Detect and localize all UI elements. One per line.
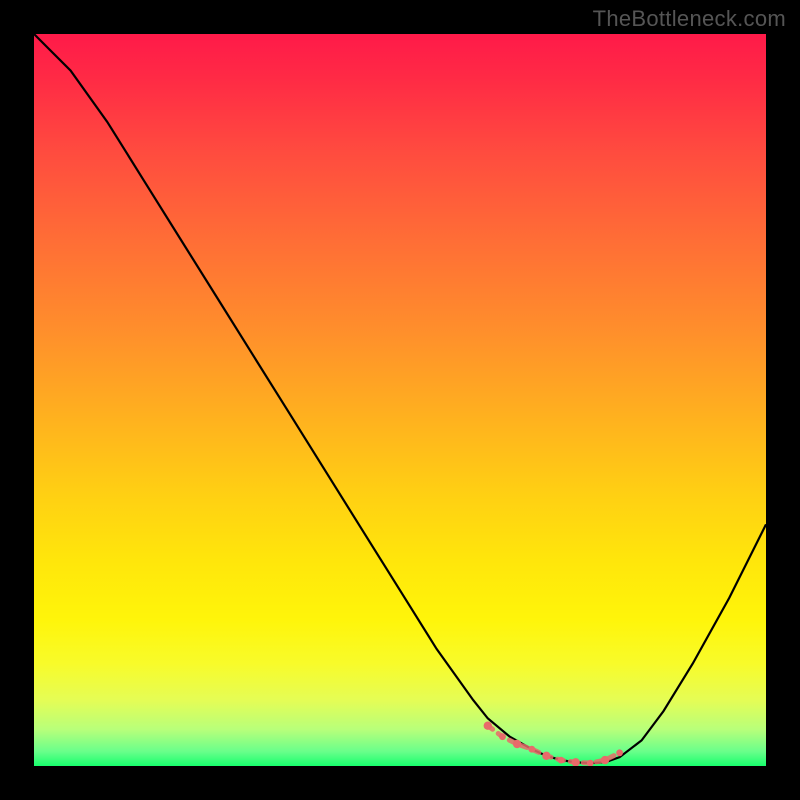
valley-marker <box>528 746 535 753</box>
chart-svg <box>34 34 766 766</box>
chart-container: TheBottleneck.com <box>0 0 800 800</box>
valley-marker <box>513 740 521 748</box>
valley-marker <box>616 749 623 756</box>
valley-marker <box>542 752 550 760</box>
valley-marker <box>499 733 506 740</box>
bottleneck-curve <box>34 34 766 763</box>
valley-marker <box>601 756 609 764</box>
valley-marker <box>558 757 565 764</box>
valley-marker <box>484 722 492 730</box>
valley-marker <box>572 758 580 766</box>
marker-layer <box>484 722 623 767</box>
watermark-text: TheBottleneck.com <box>593 6 786 32</box>
curve-layer <box>34 34 766 763</box>
